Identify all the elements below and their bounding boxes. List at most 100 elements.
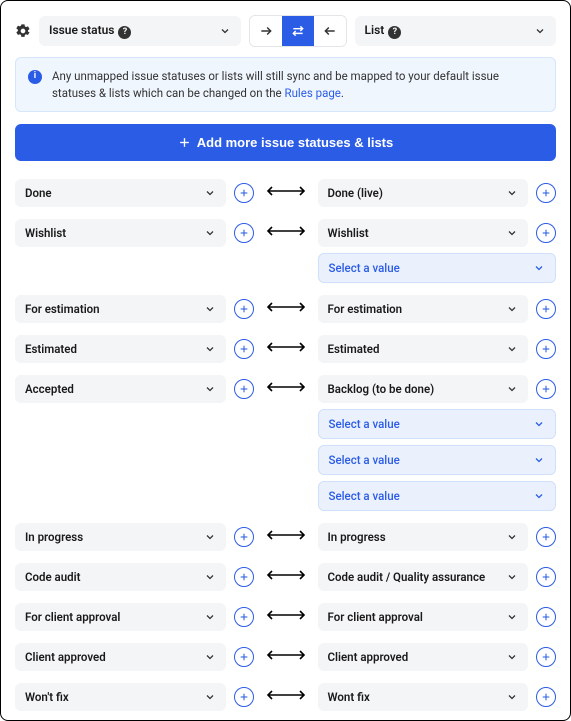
mapping-row: Wishlist Wishlist Select a value [15,219,556,283]
mapping-left-side: Won't fix [15,683,254,711]
add-value-button[interactable] [536,183,556,203]
mapping-value-label: Estimated [328,342,380,356]
mapping-left-dropdown[interactable]: Done [15,179,226,207]
mapping-row: Accepted Backlog (to be done) Select a v… [15,375,556,511]
mapping-left-side: Client approved [15,643,254,671]
mapping-value-label: In progress [25,530,83,544]
mapping-row: For client approval For client approval [15,603,556,631]
direction-both-button[interactable] [282,16,314,46]
bidirectional-arrow-icon [264,683,308,702]
add-value-button[interactable] [234,567,254,587]
mapping-right-side: Wishlist Select a value [318,219,557,283]
chevron-down-icon [204,691,216,703]
chevron-down-icon [204,651,216,663]
mapping-right-dropdown[interactable]: Backlog (to be done) [318,375,529,403]
mapping-left-dropdown[interactable]: Won't fix [15,683,226,711]
add-value-button[interactable] [234,299,254,319]
mapping-value-label: For client approval [25,610,120,624]
add-value-button[interactable] [536,379,556,399]
left-field-label: Issue status [49,23,114,37]
add-value-button[interactable] [536,687,556,707]
add-value-button[interactable] [234,379,254,399]
mapping-right-dropdown[interactable]: Code audit / Quality assurance [318,563,529,591]
mapping-value-label: For estimation [25,302,100,316]
mapping-right-side: In progress [318,523,557,551]
mapping-right-side: Estimated [318,335,557,363]
gear-icon[interactable] [15,23,31,39]
chevron-down-icon [506,187,518,199]
bidirectional-arrow-icon [264,603,308,622]
mapping-right-dropdown[interactable]: Select a value [318,481,557,511]
mapping-right-side: Backlog (to be done) Select a value Sele… [318,375,557,511]
help-icon[interactable]: ? [388,26,401,39]
add-value-button[interactable] [536,527,556,547]
chevron-down-icon [506,383,518,395]
add-value-button[interactable] [536,223,556,243]
mapping-right-dropdown[interactable]: Done (live) [318,179,529,207]
add-value-button[interactable] [234,223,254,243]
bidirectional-arrow-icon [264,563,308,582]
add-value-button[interactable] [536,299,556,319]
mapping-right-dropdown[interactable]: For client approval [318,603,529,631]
add-value-button[interactable] [234,607,254,627]
mapping-value-label: Client approved [328,650,409,664]
mapping-left-dropdown[interactable]: Code audit [15,563,226,591]
mapping-panel: Issue status? List? i Any unmapped issue… [0,0,571,721]
mapping-left-side: Code audit [15,563,254,591]
mapping-right-dropdown[interactable]: Select a value [318,253,557,283]
chevron-down-icon [533,418,545,430]
mapping-left-side: For client approval [15,603,254,631]
mapping-right-side: Client approved [318,643,557,671]
add-value-button[interactable] [536,647,556,667]
add-value-button[interactable] [234,527,254,547]
direction-left-button[interactable] [314,16,346,46]
mapping-left-dropdown[interactable]: Estimated [15,335,226,363]
info-text-b: . [341,86,344,100]
mapping-value-label: Estimated [25,342,77,356]
chevron-down-icon [204,343,216,355]
mapping-value-label: Won't fix [25,690,69,704]
right-field-dropdown[interactable]: List? [355,16,557,46]
direction-right-button[interactable] [250,16,282,46]
mapping-right-side: Code audit / Quality assurance [318,563,557,591]
mapping-right-dropdown[interactable]: Select a value [318,445,557,475]
chevron-down-icon [506,571,518,583]
add-more-button[interactable]: Add more issue statuses & lists [15,124,556,161]
mapping-right-dropdown[interactable]: Select a value [318,409,557,439]
rules-page-link[interactable]: Rules page [285,86,341,100]
mapping-left-dropdown[interactable]: For estimation [15,295,226,323]
mapping-right-dropdown[interactable]: For estimation [318,295,529,323]
left-field-dropdown[interactable]: Issue status? [39,16,241,46]
chevron-down-icon [204,383,216,395]
chevron-down-icon [533,262,545,274]
add-value-button[interactable] [536,607,556,627]
add-value-button[interactable] [536,567,556,587]
mapping-rows: Done Done (live) Wishlist Wishlist [15,179,556,721]
chevron-down-icon [506,343,518,355]
add-value-button[interactable] [234,647,254,667]
mapping-right-dropdown[interactable]: Wont fix [318,683,529,711]
mapping-value-label: Select a value [329,453,400,467]
add-value-button[interactable] [536,339,556,359]
mapping-left-dropdown[interactable]: Client approved [15,643,226,671]
mapping-right-dropdown[interactable]: Wishlist [318,219,529,247]
add-value-button[interactable] [234,339,254,359]
mapping-right-dropdown[interactable]: In progress [318,523,529,551]
add-value-button[interactable] [234,183,254,203]
chevron-down-icon [219,25,231,37]
mapping-row: Won't fix Wont fix [15,683,556,711]
info-icon: i [28,70,42,84]
chevron-down-icon [533,454,545,466]
mapping-left-dropdown[interactable]: Accepted [15,375,226,403]
mapping-left-dropdown[interactable]: Wishlist [15,219,226,247]
mapping-right-dropdown[interactable]: Estimated [318,335,529,363]
chevron-down-icon [533,490,545,502]
mapping-left-dropdown[interactable]: In progress [15,523,226,551]
mapping-value-label: For estimation [328,302,403,316]
mapping-row: Client approved Client approved [15,643,556,671]
mapping-right-dropdown[interactable]: Client approved [318,643,529,671]
bidirectional-arrow-icon [264,523,308,542]
help-icon[interactable]: ? [118,26,131,39]
mapping-left-dropdown[interactable]: For client approval [15,603,226,631]
add-value-button[interactable] [234,687,254,707]
